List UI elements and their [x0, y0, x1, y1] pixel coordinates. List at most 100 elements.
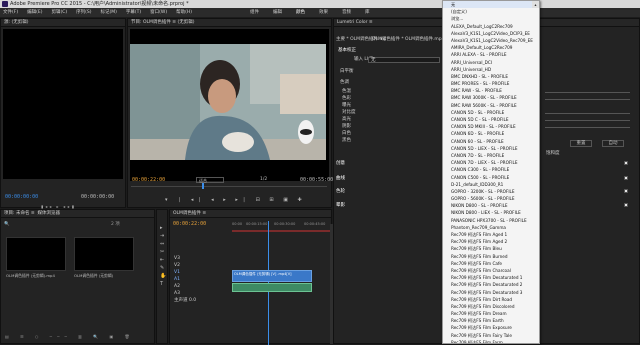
lut-option[interactable]: BMC PRORES - SL - PROFILE	[443, 80, 539, 87]
lumetri-sequence-select[interactable]: OLM调色插件 * OLM调色插件.mp4	[372, 36, 442, 43]
source-viewer[interactable]	[3, 29, 123, 179]
lut-option[interactable]: Rec709 柯达FS Film Cafe	[443, 260, 539, 267]
media-browser-tab[interactable]: 媒体浏览器	[38, 211, 61, 216]
lut-option[interactable]: ARRI ALEXA - SL - PROFILE	[443, 51, 539, 58]
lut-option[interactable]: Rec709 柯达FS Film Dream	[443, 310, 539, 317]
slider-tint[interactable]	[545, 99, 630, 100]
lut-option[interactable]: CANON C500 - SL - PROFILE	[443, 174, 539, 181]
lut-option[interactable]: NIKON D800 - SL - PROFILE	[443, 202, 539, 209]
vignette-section[interactable]: 晕影	[336, 202, 345, 209]
program-scrub-bar[interactable]	[131, 186, 327, 187]
tab-color[interactable]: 颜色	[296, 8, 305, 17]
lut-option[interactable]: ALEXA_Default_LogC2Rec709	[443, 23, 539, 30]
lut-option[interactable]: CANON 5D MKIII - SL - PROFILE	[443, 123, 539, 130]
video-clip-v1[interactable]: OLM调色插件 (无剪辑) [V] .mp4[V]	[232, 270, 312, 282]
lut-option[interactable]: AlexaV3_K1S1_LogC2Video_DCIP3_EE	[443, 30, 539, 37]
lut-option[interactable]: PANASONIC HPX3700 - SL - PROFILE	[443, 217, 539, 224]
resolution-dropdown[interactable]: 1/2	[260, 177, 267, 182]
tab-assembly[interactable]: 组件	[250, 8, 259, 17]
menu-clip[interactable]: 剪辑(C)	[51, 8, 67, 17]
lut-option[interactable]: Rec709 柯达FS Film Desaturated 2	[443, 281, 539, 288]
lut-option[interactable]: Rec709 柯达FS Film Desaturated 1	[443, 274, 539, 281]
project-search[interactable]: 🔍	[4, 221, 64, 228]
source-timecode-left[interactable]: 00:00:00:00	[5, 194, 38, 200]
lut-option[interactable]: CANON 5D - SL - PROFILE	[443, 109, 539, 116]
project-clip-thumbnail[interactable]	[6, 237, 66, 271]
vignette-enable-checkbox[interactable]	[624, 203, 628, 207]
color-wheels-section[interactable]: 色轮	[336, 188, 345, 195]
menu-marker[interactable]: 标记(M)	[101, 8, 117, 17]
slider-highlights[interactable]	[545, 127, 630, 128]
project-tab[interactable]: 项目: 未命名 ≡	[4, 211, 35, 216]
lut-option[interactable]: Rec709 柯达FS Film Desaturated 3	[443, 289, 539, 296]
track-v1[interactable]: V1	[174, 269, 200, 276]
source-transport-controls[interactable]: ▮◂◂ ▸ ▸▸▮	[41, 204, 91, 209]
lut-option[interactable]: Rec709 柯达FS Film Charcoal	[443, 267, 539, 274]
lut-option[interactable]: Rec709 柯达FS Film Earth	[443, 317, 539, 324]
basic-correction-header[interactable]: 基本校正	[338, 47, 356, 54]
work-area-bar[interactable]	[232, 230, 330, 232]
source-monitor-tab[interactable]: 源: (无剪辑)	[1, 19, 125, 27]
fit-dropdown[interactable]: 适合	[196, 177, 224, 183]
slider-exposure[interactable]	[545, 113, 630, 114]
lut-option[interactable]: GOPRO - 3200K - SL - PROFILE	[443, 188, 539, 195]
lut-option[interactable]: CANON 60 - SL - PROFILE	[443, 138, 539, 145]
menu-scroll-up-icon[interactable]: ▴	[532, 1, 539, 8]
lut-option[interactable]: BMC RAW 3000K - SL - PROFILE	[443, 94, 539, 101]
tab-audio[interactable]: 音频	[342, 8, 351, 17]
menu-sequence[interactable]: 序列(S)	[76, 8, 91, 17]
tools-icons[interactable]: ▸ ⇥ ⇔ ✂ ⇤ ✎ ✋ T	[160, 224, 166, 288]
lut-option[interactable]: Rec709 柯达FS Film Exposure	[443, 324, 539, 331]
menu-help[interactable]: 帮助(H)	[176, 8, 192, 17]
lut-option[interactable]: NIKON D800 - LIEX - SL - PROFILE	[443, 209, 539, 216]
program-monitor-tab[interactable]: 节目: OLM调色插件 ≡ (无剪辑)	[128, 19, 331, 27]
lut-option[interactable]: GOPRO - 5600K - SL - PROFILE	[443, 195, 539, 202]
track-a2[interactable]: A2	[174, 283, 200, 290]
track-v3[interactable]: V3	[174, 255, 200, 262]
lut-option[interactable]: AlexaV3_K1S1_LogC2Video_Rec709_EE	[443, 37, 539, 44]
lut-option[interactable]: BMC RAW - SL - PROFILE	[443, 87, 539, 94]
lut-option[interactable]: AMIRA_Default_LogC2Rec709	[443, 44, 539, 51]
tab-libraries[interactable]: 库	[365, 8, 370, 17]
lut-option[interactable]: CANON 7D - LIEX - SL - PROFILE	[443, 159, 539, 166]
lut-option[interactable]: CANON 5D - LIEX - SL - PROFILE	[443, 145, 539, 152]
menu-window[interactable]: 窗口(W)	[150, 8, 167, 17]
creative-enable-checkbox[interactable]	[624, 161, 628, 165]
project-toolbar[interactable]: ▤ ☰ ○ ─── ▥ 🔍 ▣ 🗑	[5, 334, 155, 340]
lut-option[interactable]: BMC DNXHD - SL - PROFILE	[443, 73, 539, 80]
lut-option[interactable]: BMC RAW 5600K - SL - PROFILE	[443, 102, 539, 109]
lut-option[interactable]: Rec709 柯达FS Film Aged 2	[443, 238, 539, 245]
timeline-vertical-scrollbar[interactable]	[330, 224, 333, 344]
lut-option[interactable]: Rec709 柯达FS Film Farm	[443, 339, 539, 343]
auto-button[interactable]: 自动	[602, 140, 624, 147]
lut-option[interactable]: Rec709 柯达FS Film Fairy Tale	[443, 332, 539, 339]
lut-option[interactable]: Rec709 柯达FS Film Dirt Road	[443, 296, 539, 303]
program-timecode-current[interactable]: 00:00:22:00	[132, 177, 165, 183]
project-sequence-thumbnail[interactable]	[74, 237, 134, 271]
lut-option[interactable]: ARRI_Universal_HD	[443, 66, 539, 73]
lut-option[interactable]: Rec709 柯达FS Film Discolored	[443, 303, 539, 310]
lut-option[interactable]: 无	[443, 1, 539, 9]
lut-option[interactable]: 浏览...	[443, 15, 539, 22]
lut-option[interactable]: Phantom_Rec709_Gamma	[443, 224, 539, 231]
reset-button[interactable]: 重置	[570, 140, 592, 147]
lut-option[interactable]: D-21_default_IDD300_R1	[443, 181, 539, 188]
timeline-ruler[interactable]: 00:00 00:00:15:00 00:00:30:00 00:00:45:0…	[232, 222, 330, 228]
menu-title[interactable]: 字幕(T)	[126, 8, 141, 17]
master-value[interactable]: 0.0	[189, 298, 196, 303]
curves-section[interactable]: 曲线	[336, 175, 345, 182]
program-transport-controls[interactable]: ▾ ❘ ◂❘ ◂ ▸ ▸❘ ⊟ ⊞ ▣ ✚	[165, 197, 302, 203]
white-balance-section[interactable]: 白平衡	[340, 68, 354, 75]
lut-option[interactable]: Rec709 柯达FS Film Aged 1	[443, 231, 539, 238]
track-v2[interactable]: V2	[174, 262, 200, 269]
lut-option[interactable]: Rec709 柯达FS Film Bleu	[443, 245, 539, 252]
lut-option[interactable]: (自定义)	[443, 8, 539, 15]
track-a1[interactable]: A1	[174, 276, 200, 283]
tone-section[interactable]: 色调	[340, 79, 349, 86]
lut-option[interactable]: CANON 6D - SL - PROFILE	[443, 130, 539, 137]
timeline-tab[interactable]: OLM调色插件 ≡	[170, 210, 331, 218]
track-a3[interactable]: A3	[174, 290, 200, 297]
menu-edit[interactable]: 编辑(E)	[27, 8, 42, 17]
program-playhead[interactable]	[202, 183, 204, 189]
lut-option[interactable]: Rec709 柯达FS Film Burned	[443, 253, 539, 260]
